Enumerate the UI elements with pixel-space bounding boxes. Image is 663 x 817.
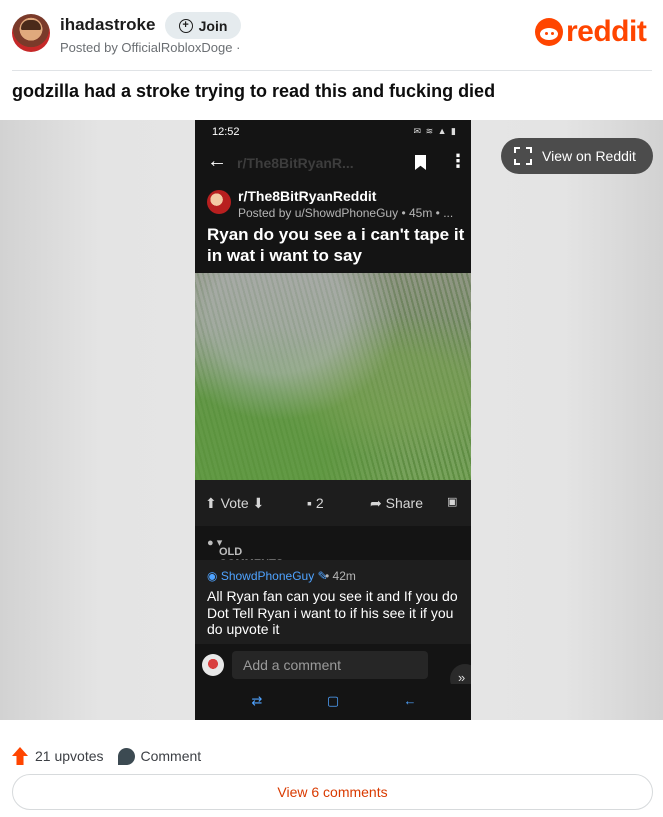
plus-icon: +	[178, 18, 193, 33]
gift-icon: ▣	[447, 496, 458, 508]
phone-nav-bar: ⇄ ▢ ←	[195, 684, 471, 720]
phone-post-meta: Posted by u/ShowdPhoneGuy • 45m • ...	[238, 206, 454, 220]
comment-body: All Ryan fan can you see it and If you d…	[207, 588, 458, 637]
comment-count: 2	[315, 495, 324, 511]
phone-add-comment-bar: Add a comment »	[195, 644, 471, 694]
phone-comment: ◉ ShowdPhoneGuy ✎ • 42m All Ryan fan can…	[195, 560, 471, 644]
phone-sort-bar: ● OLD COMMENTS ▾	[195, 526, 471, 570]
phone-vote: ⬆ Vote ⬇	[205, 495, 265, 511]
reddit-logo[interactable]: reddit	[535, 15, 647, 48]
add-comment-field: Add a comment	[232, 651, 428, 679]
view-on-reddit-button[interactable]: View on Reddit	[501, 138, 653, 174]
phone-post-title: Ryan do you see a i can't tape it in wat…	[207, 225, 465, 265]
join-label: Join	[198, 17, 228, 34]
subreddit-avatar	[207, 190, 231, 214]
view-comments-button[interactable]: View 6 comments	[12, 774, 653, 810]
comment-time: • 42m	[325, 569, 356, 583]
phone-status-bar: 12:52 ✉ ≋ ▲ ▮	[195, 120, 471, 142]
recent-apps-icon: ⇄	[251, 693, 263, 708]
phone-subreddit-name: r/The8BitRyanReddit	[238, 188, 377, 204]
back-arrow-icon: ←	[207, 150, 227, 172]
join-button[interactable]: + Join	[165, 12, 241, 39]
appbar-subreddit: r/The8BitRyanR...	[237, 155, 354, 171]
post-actions: 21 upvotes Comment	[12, 745, 201, 767]
phone-app-bar: ← r/The8BitRyanR... ⋮	[195, 142, 471, 184]
phone-share: ➦ Share	[370, 495, 423, 511]
status-icons: ✉ ≋ ▲ ▮	[413, 126, 457, 136]
header-divider	[12, 70, 652, 71]
upvote-icon[interactable]	[12, 747, 28, 765]
comment-button[interactable]: Comment	[141, 748, 202, 764]
embedded-phone-screenshot: 12:52 ✉ ≋ ▲ ▮ ← r/The8BitRyanR... ⋮ r/Th…	[195, 120, 471, 720]
reddit-wordmark: reddit	[566, 15, 647, 48]
community-avatar[interactable]	[12, 14, 50, 52]
back-icon: ←	[403, 693, 417, 708]
phone-comment-count: ▪ 2	[307, 495, 324, 511]
sort-label: ● OLD COMMENTS ▾	[207, 536, 283, 570]
share-label: Share	[385, 495, 423, 511]
view-on-reddit-label: View on Reddit	[542, 148, 636, 164]
post-header: ihadastroke Posted by OfficialRobloxDoge…	[0, 0, 663, 70]
comment-user: ◉ ShowdPhoneGuy ✎	[207, 569, 328, 583]
vote-label: Vote	[220, 495, 249, 511]
status-time: 12:52	[212, 126, 240, 138]
bookmark-icon	[415, 155, 426, 170]
expand-icon	[514, 147, 532, 165]
comment-username: ShowdPhoneGuy	[220, 569, 315, 583]
community-name[interactable]: ihadastroke	[60, 15, 155, 35]
more-vertical-icon: ⋮	[449, 151, 467, 171]
phone-action-bar: ⬆ Vote ⬇ ▪ 2 ➦ Share ▣	[195, 480, 471, 526]
grass-photo	[195, 273, 471, 480]
comment-icon[interactable]	[117, 747, 135, 765]
home-icon: ▢	[326, 693, 340, 708]
phone-post-header: r/The8BitRyanReddit Posted by u/ShowdPho…	[195, 184, 471, 272]
upvote-count[interactable]: 21 upvotes	[35, 748, 104, 764]
reddit-alien-icon	[535, 18, 563, 46]
post-title[interactable]: godzilla had a stroke trying to read thi…	[12, 81, 495, 102]
user-avatar	[202, 654, 224, 676]
posted-by: Posted by OfficialRobloxDoge ·	[60, 40, 241, 55]
